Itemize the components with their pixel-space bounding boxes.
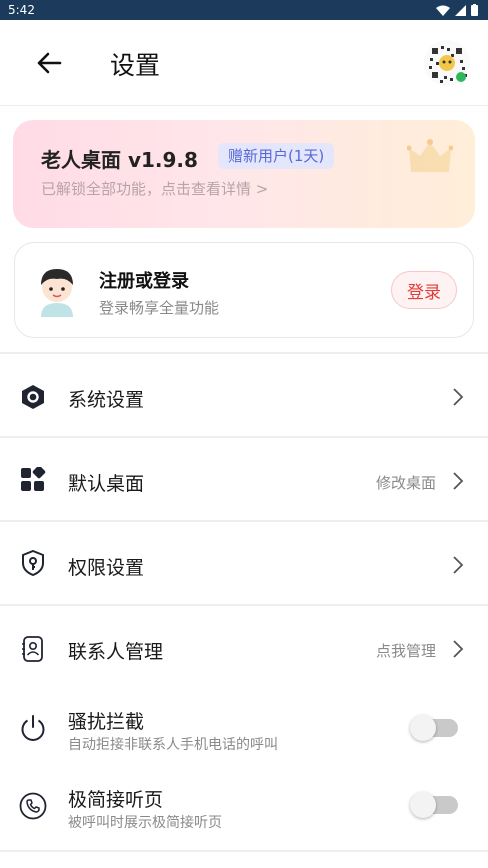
row-value: 点我管理 [375, 642, 436, 660]
settings-row-permissions[interactable]: 权限设置 [0, 522, 488, 604]
settings-hexagon-icon [22, 385, 44, 409]
row-label: 权限设置 [68, 557, 145, 579]
login-title: 注册或登录 [99, 271, 189, 292]
row-label: 默认桌面 [68, 473, 145, 495]
harassment-toggle[interactable] [410, 715, 458, 741]
settings-row-harassment: 骚扰拦截 自动拒接非联系人手机电话的呼叫 [0, 690, 488, 768]
vip-subtitle: 已解锁全部功能，点击查看详情 > [41, 180, 269, 198]
toggle-knob [410, 715, 436, 741]
contacts-icon [22, 636, 43, 662]
shield-key-icon [22, 550, 44, 576]
phone-icon [19, 792, 47, 820]
back-arrow-icon[interactable] [34, 48, 64, 78]
wifi-icon [436, 5, 450, 16]
chevron-right-icon [453, 556, 464, 574]
row-subtitle: 自动拒接非联系人手机电话的呼叫 [68, 737, 278, 753]
crown-icon [407, 139, 453, 172]
settings-row-simple-answer: 极简接听页 被呼叫时展示极简接听页 [0, 768, 488, 848]
row-label: 系统设置 [68, 389, 145, 411]
status-bar: 5:42 [0, 0, 488, 20]
chevron-right-icon [453, 388, 464, 406]
divider [0, 850, 488, 852]
row-subtitle: 被呼叫时展示极简接听页 [68, 815, 222, 831]
login-button[interactable]: 登录 [391, 271, 457, 309]
user-avatar-icon [41, 269, 73, 317]
status-icons [436, 4, 478, 16]
simple-answer-toggle[interactable] [410, 792, 458, 818]
app-header: 设置 [0, 20, 488, 106]
settings-row-system[interactable]: 系统设置 [0, 354, 488, 436]
settings-row-default-desktop[interactable]: 默认桌面 修改桌面 [0, 438, 488, 520]
battery-icon [471, 4, 478, 16]
row-value: 修改桌面 [375, 474, 436, 492]
signal-icon [455, 4, 466, 16]
settings-row-contacts[interactable]: 联系人管理 点我管理 [0, 606, 488, 688]
vip-title: 老人桌面 v1.9.8 [41, 148, 198, 172]
power-icon [21, 715, 45, 741]
chevron-right-icon [453, 472, 464, 490]
vip-badge: 赠新用户(1天) [218, 143, 335, 169]
row-label: 联系人管理 [68, 641, 164, 663]
qr-avatar-icon[interactable] [424, 40, 470, 86]
row-label: 骚扰拦截 [68, 711, 145, 733]
login-card[interactable]: 注册或登录 登录畅享全量功能 登录 [14, 242, 474, 338]
page-title: 设置 [110, 51, 161, 80]
login-subtitle: 登录畅享全量功能 [99, 299, 220, 317]
chevron-right-icon [453, 640, 464, 658]
vip-card[interactable]: 老人桌面 v1.9.8 赠新用户(1天) 已解锁全部功能，点击查看详情 > [13, 120, 475, 228]
row-label: 极简接听页 [68, 789, 164, 811]
status-time: 5:42 [8, 3, 35, 17]
toggle-knob [410, 792, 436, 818]
apps-grid-icon [21, 467, 46, 491]
